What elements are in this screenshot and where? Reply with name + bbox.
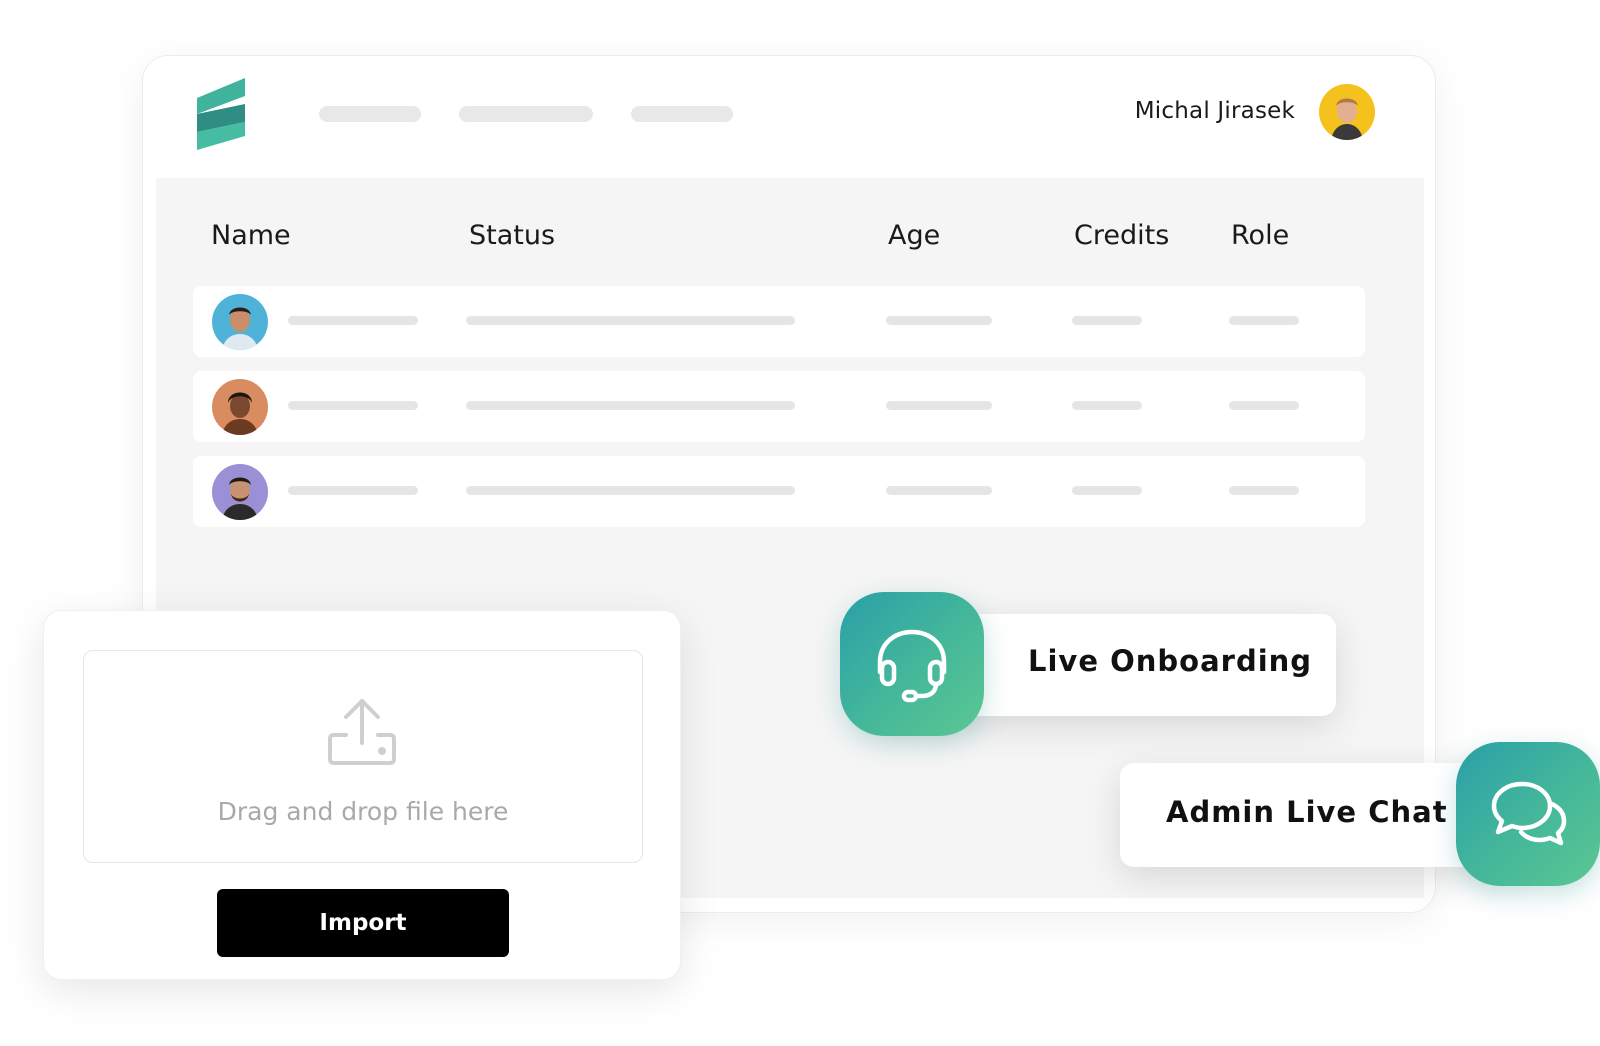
import-button[interactable]: Import: [217, 889, 509, 957]
name-placeholder: [288, 401, 418, 410]
headset-icon: [877, 629, 947, 703]
onboarding-icon-tile[interactable]: [840, 592, 984, 736]
column-header-status[interactable]: Status: [469, 220, 555, 251]
column-header-role[interactable]: Role: [1231, 220, 1289, 251]
credits-placeholder: [1072, 401, 1142, 410]
name-placeholder: [288, 486, 418, 495]
table-row[interactable]: [193, 286, 1365, 357]
brand-logo: [197, 78, 245, 150]
role-placeholder: [1229, 401, 1299, 410]
age-placeholder: [886, 316, 992, 325]
status-placeholder: [466, 316, 795, 325]
role-placeholder: [1229, 316, 1299, 325]
column-header-age[interactable]: Age: [888, 220, 940, 251]
dropzone-text: Drag and drop file here: [217, 797, 509, 826]
chat-bubbles-icon: [1491, 781, 1567, 846]
file-dropzone[interactable]: Drag and drop file here: [83, 650, 643, 863]
nav-item-1[interactable]: [319, 106, 421, 122]
status-placeholder: [466, 486, 795, 495]
upload-icon: [328, 699, 396, 765]
nav-item-3[interactable]: [631, 106, 733, 122]
role-placeholder: [1229, 486, 1299, 495]
name-placeholder: [288, 316, 418, 325]
chat-icon-tile[interactable]: [1456, 742, 1600, 886]
import-card: Drag and drop file here Import: [43, 610, 681, 980]
avatar: [212, 379, 268, 435]
admin-live-chat-label: Admin Live Chat: [1166, 795, 1448, 829]
status-placeholder: [466, 401, 795, 410]
avatar: [212, 294, 268, 350]
user-name: Michal Jirasek: [1134, 98, 1295, 124]
live-onboarding-label: Live Onboarding: [1028, 644, 1313, 678]
column-header-name[interactable]: Name: [211, 220, 291, 251]
column-header-credits[interactable]: Credits: [1074, 220, 1169, 251]
avatar: [212, 464, 268, 520]
user-avatar[interactable]: [1319, 84, 1375, 140]
nav-item-2[interactable]: [459, 106, 593, 122]
top-bar: Michal Jirasek: [143, 56, 1435, 178]
credits-placeholder: [1072, 316, 1142, 325]
age-placeholder: [886, 486, 992, 495]
credits-placeholder: [1072, 486, 1142, 495]
age-placeholder: [886, 401, 992, 410]
table-row[interactable]: [193, 371, 1365, 442]
table-row[interactable]: [193, 456, 1365, 527]
